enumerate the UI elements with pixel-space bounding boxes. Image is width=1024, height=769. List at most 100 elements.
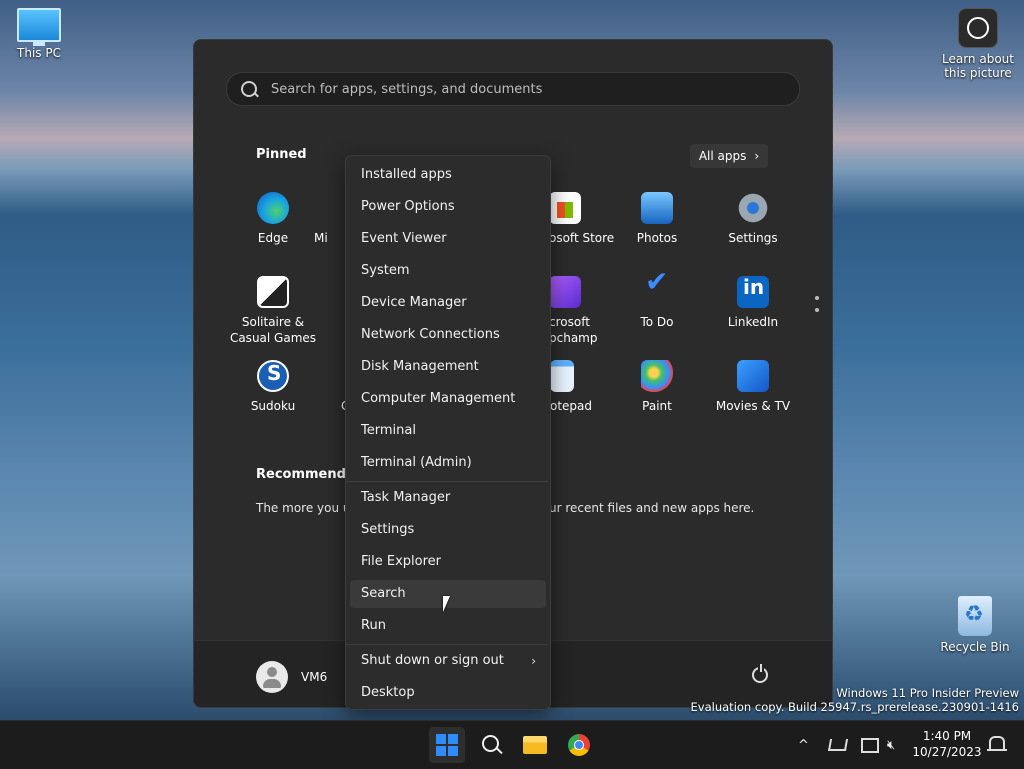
menu-item-desktop[interactable]: Desktop — [350, 679, 546, 707]
menu-item-shut-down-or-sign-out[interactable]: Shut down or sign out › — [350, 647, 546, 675]
gear-icon — [737, 192, 769, 224]
desktop-icon-label: Recycle Bin — [940, 640, 1010, 654]
pinned-app-settings[interactable]: Settings — [705, 192, 801, 246]
page-dot — [815, 308, 819, 312]
pinned-app-label: Sudoku — [250, 399, 296, 413]
checkmark-icon — [641, 274, 673, 308]
pinned-app-label: otepad — [550, 399, 593, 413]
pinned-app-edge[interactable]: Edge — [225, 192, 321, 246]
taskbar-search-button[interactable] — [473, 727, 509, 763]
clock-time: 1:40 PM — [922, 729, 972, 743]
search-icon — [241, 81, 257, 97]
mouse-cursor-icon — [443, 596, 450, 612]
start-search-input[interactable] — [269, 80, 773, 98]
photos-icon — [641, 192, 673, 224]
clipchamp-icon — [549, 276, 581, 308]
pinned-app-label: Solitaire & — [241, 315, 305, 329]
menu-item-system[interactable]: System — [350, 257, 546, 285]
folder-icon — [523, 736, 547, 754]
sudoku-icon — [257, 360, 289, 392]
power-icon[interactable] — [752, 664, 768, 683]
notepad-icon — [550, 360, 574, 392]
pinned-app-label: Edge — [257, 231, 289, 245]
pinned-app-todo[interactable]: To Do — [609, 274, 705, 330]
camera-info-icon — [958, 8, 998, 48]
tray-network[interactable] — [827, 721, 849, 769]
desktop-icon-recycle-bin[interactable]: Recycle Bin — [940, 596, 1010, 654]
taskbar-chrome[interactable] — [561, 727, 597, 763]
speaker-muted-icon: 🔇︎ — [887, 737, 896, 753]
pinned-app-notepad[interactable]: otepad — [550, 360, 610, 414]
cards-icon — [257, 276, 289, 308]
recommended-text: ur recent files and new apps here. — [549, 501, 755, 515]
recommended-text: The more you us — [256, 501, 357, 515]
pinned-app-photos[interactable]: Photos — [609, 192, 705, 246]
menu-item-event-viewer[interactable]: Event Viewer — [350, 225, 546, 253]
taskbar-file-explorer[interactable] — [517, 727, 553, 763]
pinned-app-movies[interactable]: Movies & TV — [705, 360, 801, 414]
windows-logo-icon — [436, 734, 458, 756]
chevron-right-icon: › — [531, 654, 536, 668]
taskbar-clock[interactable]: 1:40 PM 10/27/2023 — [912, 728, 982, 760]
desktop-icon-label: this picture — [944, 66, 1012, 80]
pinned-app-label: pchamp — [549, 331, 598, 345]
start-search-box[interactable] — [226, 72, 800, 106]
desktop-icon-label: This PC — [17, 46, 61, 60]
pinned-app-label: Movies & TV — [715, 399, 791, 413]
chrome-icon — [568, 734, 590, 756]
tray-display[interactable] — [861, 721, 879, 769]
pinned-app-solitaire[interactable]: Solitaire & Casual Games — [225, 276, 321, 346]
clock-date: 10/27/2023 — [912, 745, 982, 759]
pinned-title: Pinned — [256, 147, 307, 162]
start-button[interactable] — [429, 727, 465, 763]
user-name[interactable]: VM6 — [301, 670, 327, 684]
chevron-right-icon: › — [754, 149, 760, 163]
pinned-app-mail[interactable]: Mi — [314, 192, 346, 246]
recycle-bin-icon — [958, 596, 992, 636]
search-icon — [482, 735, 499, 752]
menu-item-settings[interactable]: Settings — [350, 516, 546, 544]
computer-icon — [17, 8, 61, 46]
page-indicator[interactable] — [815, 296, 819, 320]
menu-separator — [346, 644, 548, 645]
menu-item-network-connections[interactable]: Network Connections — [350, 321, 546, 349]
menu-item-power-options[interactable]: Power Options — [350, 193, 546, 221]
watermark-line: Evaluation copy. Build 25947.rs_prerelea… — [690, 700, 1019, 714]
pinned-app-linkedin[interactable]: LinkedIn — [705, 276, 801, 330]
menu-item-terminal-admin[interactable]: Terminal (Admin) — [350, 449, 546, 477]
taskbar: ^ 🔇︎ 1:40 PM 10/27/2023 — [0, 720, 1024, 769]
menu-item-computer-management[interactable]: Computer Management — [350, 385, 546, 413]
all-apps-label: All apps — [698, 149, 747, 163]
bell-icon[interactable] — [987, 736, 1007, 751]
pinned-app-label: Settings — [728, 231, 778, 245]
pinned-app-label: Mi — [314, 231, 328, 245]
display-icon — [861, 737, 879, 753]
pinned-app-sudoku[interactable]: Sudoku — [225, 360, 321, 414]
pinned-app-label: Paint — [642, 399, 672, 413]
desktop-icon-this-pc[interactable]: This PC — [4, 8, 74, 60]
pinned-app-label: Casual Games — [229, 331, 317, 345]
menu-item-label: Shut down or sign out — [361, 653, 504, 668]
desktop-icon-label: Learn about — [942, 52, 1014, 66]
menu-item-installed-apps[interactable]: Installed apps — [350, 161, 546, 189]
menu-item-terminal[interactable]: Terminal — [350, 417, 546, 445]
menu-item-file-explorer[interactable]: File Explorer — [350, 548, 546, 576]
menu-item-disk-management[interactable]: Disk Management — [350, 353, 546, 381]
linkedin-icon — [737, 276, 769, 308]
avatar[interactable] — [256, 661, 288, 693]
palette-icon — [641, 360, 673, 392]
menu-separator — [346, 481, 548, 482]
pinned-app-label: LinkedIn — [727, 315, 779, 329]
watermark-line: Windows 11 Pro Insider Preview — [836, 686, 1019, 700]
pinned-app-label: Photos — [636, 231, 678, 245]
all-apps-button[interactable]: All apps › — [690, 144, 768, 168]
desktop-icon-learn-about-picture[interactable]: Learn about this picture — [938, 8, 1018, 80]
evaluation-watermark: Windows 11 Pro Insider Preview Evaluatio… — [691, 686, 1019, 714]
menu-item-device-manager[interactable]: Device Manager — [350, 289, 546, 317]
chevron-up-icon: ^ — [798, 737, 809, 753]
tray-volume[interactable]: 🔇︎ — [887, 721, 895, 769]
tray-overflow-button[interactable]: ^ — [798, 721, 809, 769]
menu-item-task-manager[interactable]: Task Manager — [350, 484, 546, 512]
menu-item-run[interactable]: Run — [350, 612, 546, 640]
pinned-app-paint[interactable]: Paint — [609, 360, 705, 414]
